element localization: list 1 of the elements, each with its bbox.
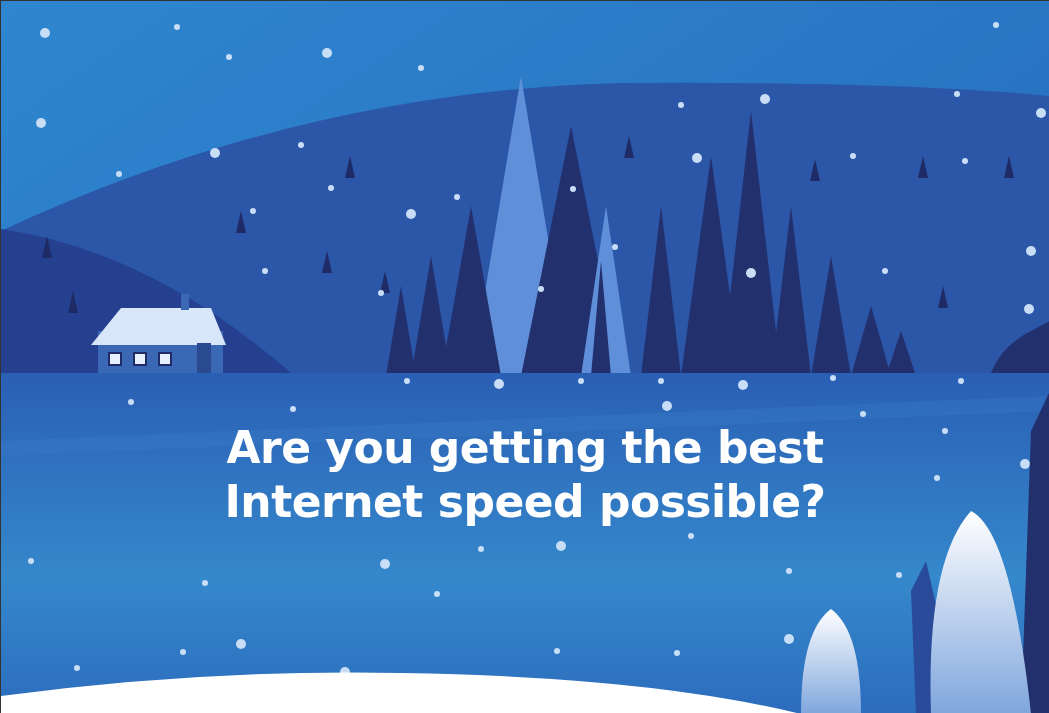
headline: Are you getting the best Internet speed possible? (223, 421, 827, 529)
